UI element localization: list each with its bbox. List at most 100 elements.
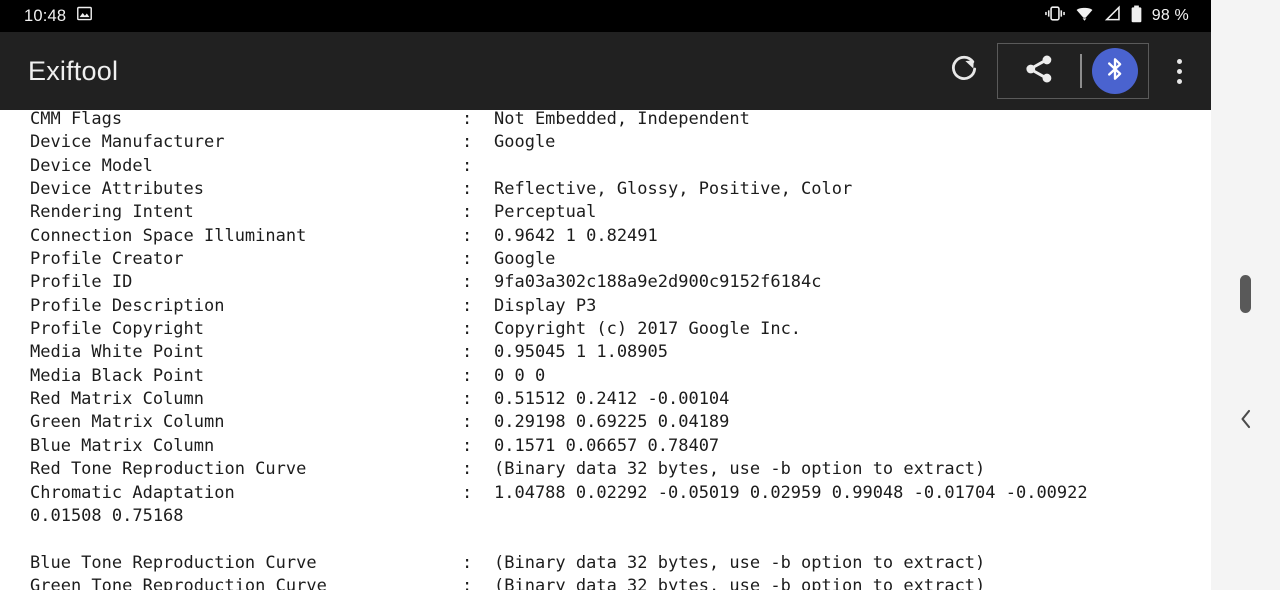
metadata-value: Reflective, Glossy, Positive, Color <box>494 179 853 200</box>
metadata-value: 0.01508 0.75168 <box>30 505 184 526</box>
metadata-row: Profile Copyright: Copyright (c) 2017 Goo… <box>30 318 1211 341</box>
metadata-value: Copyright (c) 2017 Google Inc. <box>494 319 802 340</box>
metadata-value: 9fa03a302c188a9e2d900c9152f6184c <box>494 272 822 293</box>
metadata-tag: Chromatic Adaptation <box>30 482 235 503</box>
status-bar-right: 98 % <box>1044 5 1203 28</box>
metadata-colon: : <box>462 272 473 293</box>
metadata-value: 0.9642 1 0.82491 <box>494 225 658 246</box>
vibrate-icon <box>1044 5 1066 27</box>
more-options-icon <box>1176 78 1182 84</box>
metadata-row: Green Tone Reproduction Curve: (Binary da… <box>30 575 1211 590</box>
metadata-value: (Binary data 32 bytes, use -b option to … <box>494 459 986 480</box>
metadata-colon: : <box>462 342 473 363</box>
metadata-value: Google <box>494 249 556 270</box>
metadata-tag: Red Matrix Column <box>30 389 204 410</box>
metadata-value: (Binary data 32 bytes, use -b option to … <box>494 575 986 590</box>
metadata-colon: : <box>462 552 473 573</box>
metadata-value: 0.29198 0.69225 0.04189 <box>494 412 730 433</box>
metadata-row: Red Tone Reproduction Curve: (Binary data… <box>30 458 1211 481</box>
metadata-colon: : <box>462 295 473 316</box>
bluetooth-icon <box>1101 55 1129 88</box>
metadata-tag: Red Tone Reproduction Curve <box>30 459 307 480</box>
metadata-scroll-area[interactable]: CMM Flags: Not Embedded, Independent Devic… <box>0 110 1211 590</box>
more-options-icon <box>1176 68 1182 74</box>
system-nav-panel <box>1211 0 1280 590</box>
metadata-colon: : <box>462 132 473 153</box>
share-icon <box>1022 52 1056 91</box>
metadata-value: (Binary data 32 bytes, use -b option to … <box>494 552 986 573</box>
metadata-tag: Profile Creator <box>30 249 184 270</box>
status-bar: 10:48 98 % <box>0 0 1211 32</box>
metadata-colon: : <box>462 575 473 590</box>
group-divider <box>1080 54 1082 88</box>
metadata-tag: Rendering Intent <box>30 202 194 223</box>
gallery-image-icon <box>76 5 93 27</box>
metadata-tag: Profile Copyright <box>30 319 204 340</box>
metadata-colon: : <box>462 249 473 270</box>
metadata-row: Device Attributes: Reflective, Glossy, Po… <box>30 178 1211 201</box>
metadata-row: Media Black Point:0 0 0 <box>30 365 1211 388</box>
metadata-tag: Device Manufacturer <box>30 132 225 153</box>
metadata-colon: : <box>462 482 473 503</box>
share-bluetooth-group <box>997 43 1149 99</box>
metadata-tag: Connection Space Illuminant <box>30 225 307 246</box>
metadata-colon: : <box>462 179 473 200</box>
share-button[interactable] <box>1008 44 1070 98</box>
metadata-value: Google <box>494 132 556 153</box>
metadata-colon: : <box>462 435 473 456</box>
refresh-button[interactable] <box>937 44 991 98</box>
metadata-row: Red Matrix Column:0.51512 0.2412 -0.0010… <box>30 388 1211 411</box>
status-clock: 10:48 <box>24 6 67 25</box>
metadata-tag: Profile ID <box>30 272 133 293</box>
metadata-row: Media White Point:0.95045 1 1.08905 <box>30 341 1211 364</box>
exiftool-app-screen: CMM Flags: Not Embedded, Independent Devic… <box>0 0 1280 590</box>
metadata-colon: : <box>462 365 473 386</box>
metadata-value: 0.1571 0.06657 0.78407 <box>494 435 720 456</box>
refresh-icon <box>948 53 980 90</box>
metadata-row-continuation: 0.01508 0.75168 <box>30 505 1211 528</box>
bluetooth-send-button[interactable] <box>1092 48 1138 94</box>
cell-signal-icon <box>1103 5 1121 27</box>
metadata-colon: : <box>462 459 473 480</box>
metadata-row: CMM Flags: Not Embedded, Independent <box>30 110 1211 131</box>
metadata-tag: CMM Flags <box>30 110 123 129</box>
metadata-row: Blue Tone Reproduction Curve: (Binary dat… <box>30 552 1211 575</box>
app-bar: Exiftool <box>0 32 1211 110</box>
metadata-row: Device Manufacturer: Google <box>30 131 1211 154</box>
back-chevron-button[interactable] <box>1235 405 1257 433</box>
metadata-value: 0 0 0 <box>494 365 546 386</box>
metadata-row: Blue Matrix Column:0.1571 0.06657 0.7840… <box>30 435 1211 458</box>
metadata-colon: : <box>462 319 473 340</box>
metadata-tag: Profile Description <box>30 295 225 316</box>
metadata-colon: : <box>462 202 473 223</box>
page-title: Exiftool <box>28 55 119 86</box>
status-bar-left: 10:48 <box>24 5 93 27</box>
metadata-colon: : <box>462 225 473 246</box>
wifi-icon <box>1075 5 1094 27</box>
metadata-value: 1.04788 0.02292 -0.05019 0.02959 0.99048… <box>494 482 1088 503</box>
metadata-value: Not Embedded, Independent <box>494 110 750 129</box>
metadata-tag: Blue Tone Reproduction Curve <box>30 552 317 573</box>
metadata-colon: : <box>462 412 473 433</box>
metadata-row: Device Model: <box>30 155 1211 178</box>
metadata-value: Display P3 <box>494 295 597 316</box>
chevron-left-icon <box>1241 409 1251 429</box>
metadata-row: Rendering Intent: Perceptual <box>30 201 1211 224</box>
battery-percent-label: 98 % <box>1151 7 1189 24</box>
more-options-button[interactable] <box>1159 44 1199 98</box>
app-bar-actions <box>937 43 1199 99</box>
metadata-tag: Device Attributes <box>30 179 204 200</box>
metadata-row: Profile Creator: Google <box>30 248 1211 271</box>
metadata-row: Green Matrix Column:0.29198 0.69225 0.04… <box>30 411 1211 434</box>
page-scrollbar-thumb[interactable] <box>1240 275 1251 313</box>
metadata-row: Profile ID:9fa03a302c188a9e2d900c9152f61… <box>30 271 1211 294</box>
metadata-tag: Blue Matrix Column <box>30 435 215 456</box>
metadata-value: 0.95045 1 1.08905 <box>494 342 668 363</box>
more-options-icon <box>1176 58 1182 64</box>
metadata-tag: Media White Point <box>30 342 204 363</box>
metadata-row: Profile Description: Display P3 <box>30 295 1211 318</box>
metadata-row: Chromatic Adaptation:1.04788 0.02292 -0.… <box>30 482 1211 505</box>
metadata-tag: Media Black Point <box>30 365 204 386</box>
metadata-value: 0.51512 0.2412 -0.00104 <box>494 389 730 410</box>
metadata-colon: : <box>462 155 473 176</box>
